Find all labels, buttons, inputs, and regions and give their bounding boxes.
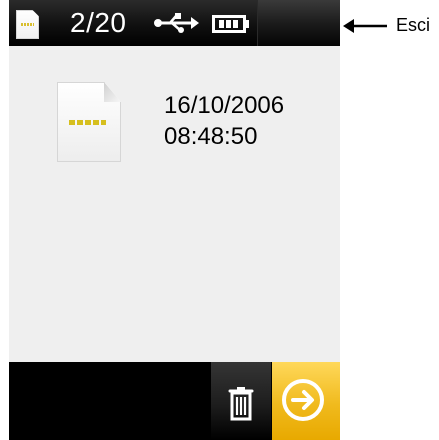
arrow-left-icon [343, 19, 387, 33]
battery-icon [212, 15, 249, 33]
arrow-right-icon [282, 379, 324, 421]
trash-button[interactable] [211, 362, 271, 440]
document-icon [16, 10, 39, 39]
document-marker [69, 120, 106, 125]
trash-icon [228, 387, 254, 421]
date-text: 16/10/2006 [164, 92, 285, 119]
empty-footer-area [9, 362, 210, 440]
document-marker [21, 23, 34, 26]
device-screen: 2/20 16/10/2006 08:48:50 [9, 0, 340, 440]
next-button[interactable] [272, 362, 340, 440]
exit-annotation: Esci [343, 14, 439, 36]
bottom-bar [9, 362, 340, 440]
main-content: 16/10/2006 08:48:50 [9, 46, 340, 362]
page-counter: 2/20 [70, 7, 127, 38]
top-bar: 2/20 [9, 0, 340, 46]
time-text: 08:48:50 [164, 123, 258, 150]
close-button[interactable] [257, 0, 340, 46]
status-area: 2/20 [9, 0, 256, 46]
usb-icon [154, 13, 199, 33]
exit-label: Esci [396, 15, 431, 35]
